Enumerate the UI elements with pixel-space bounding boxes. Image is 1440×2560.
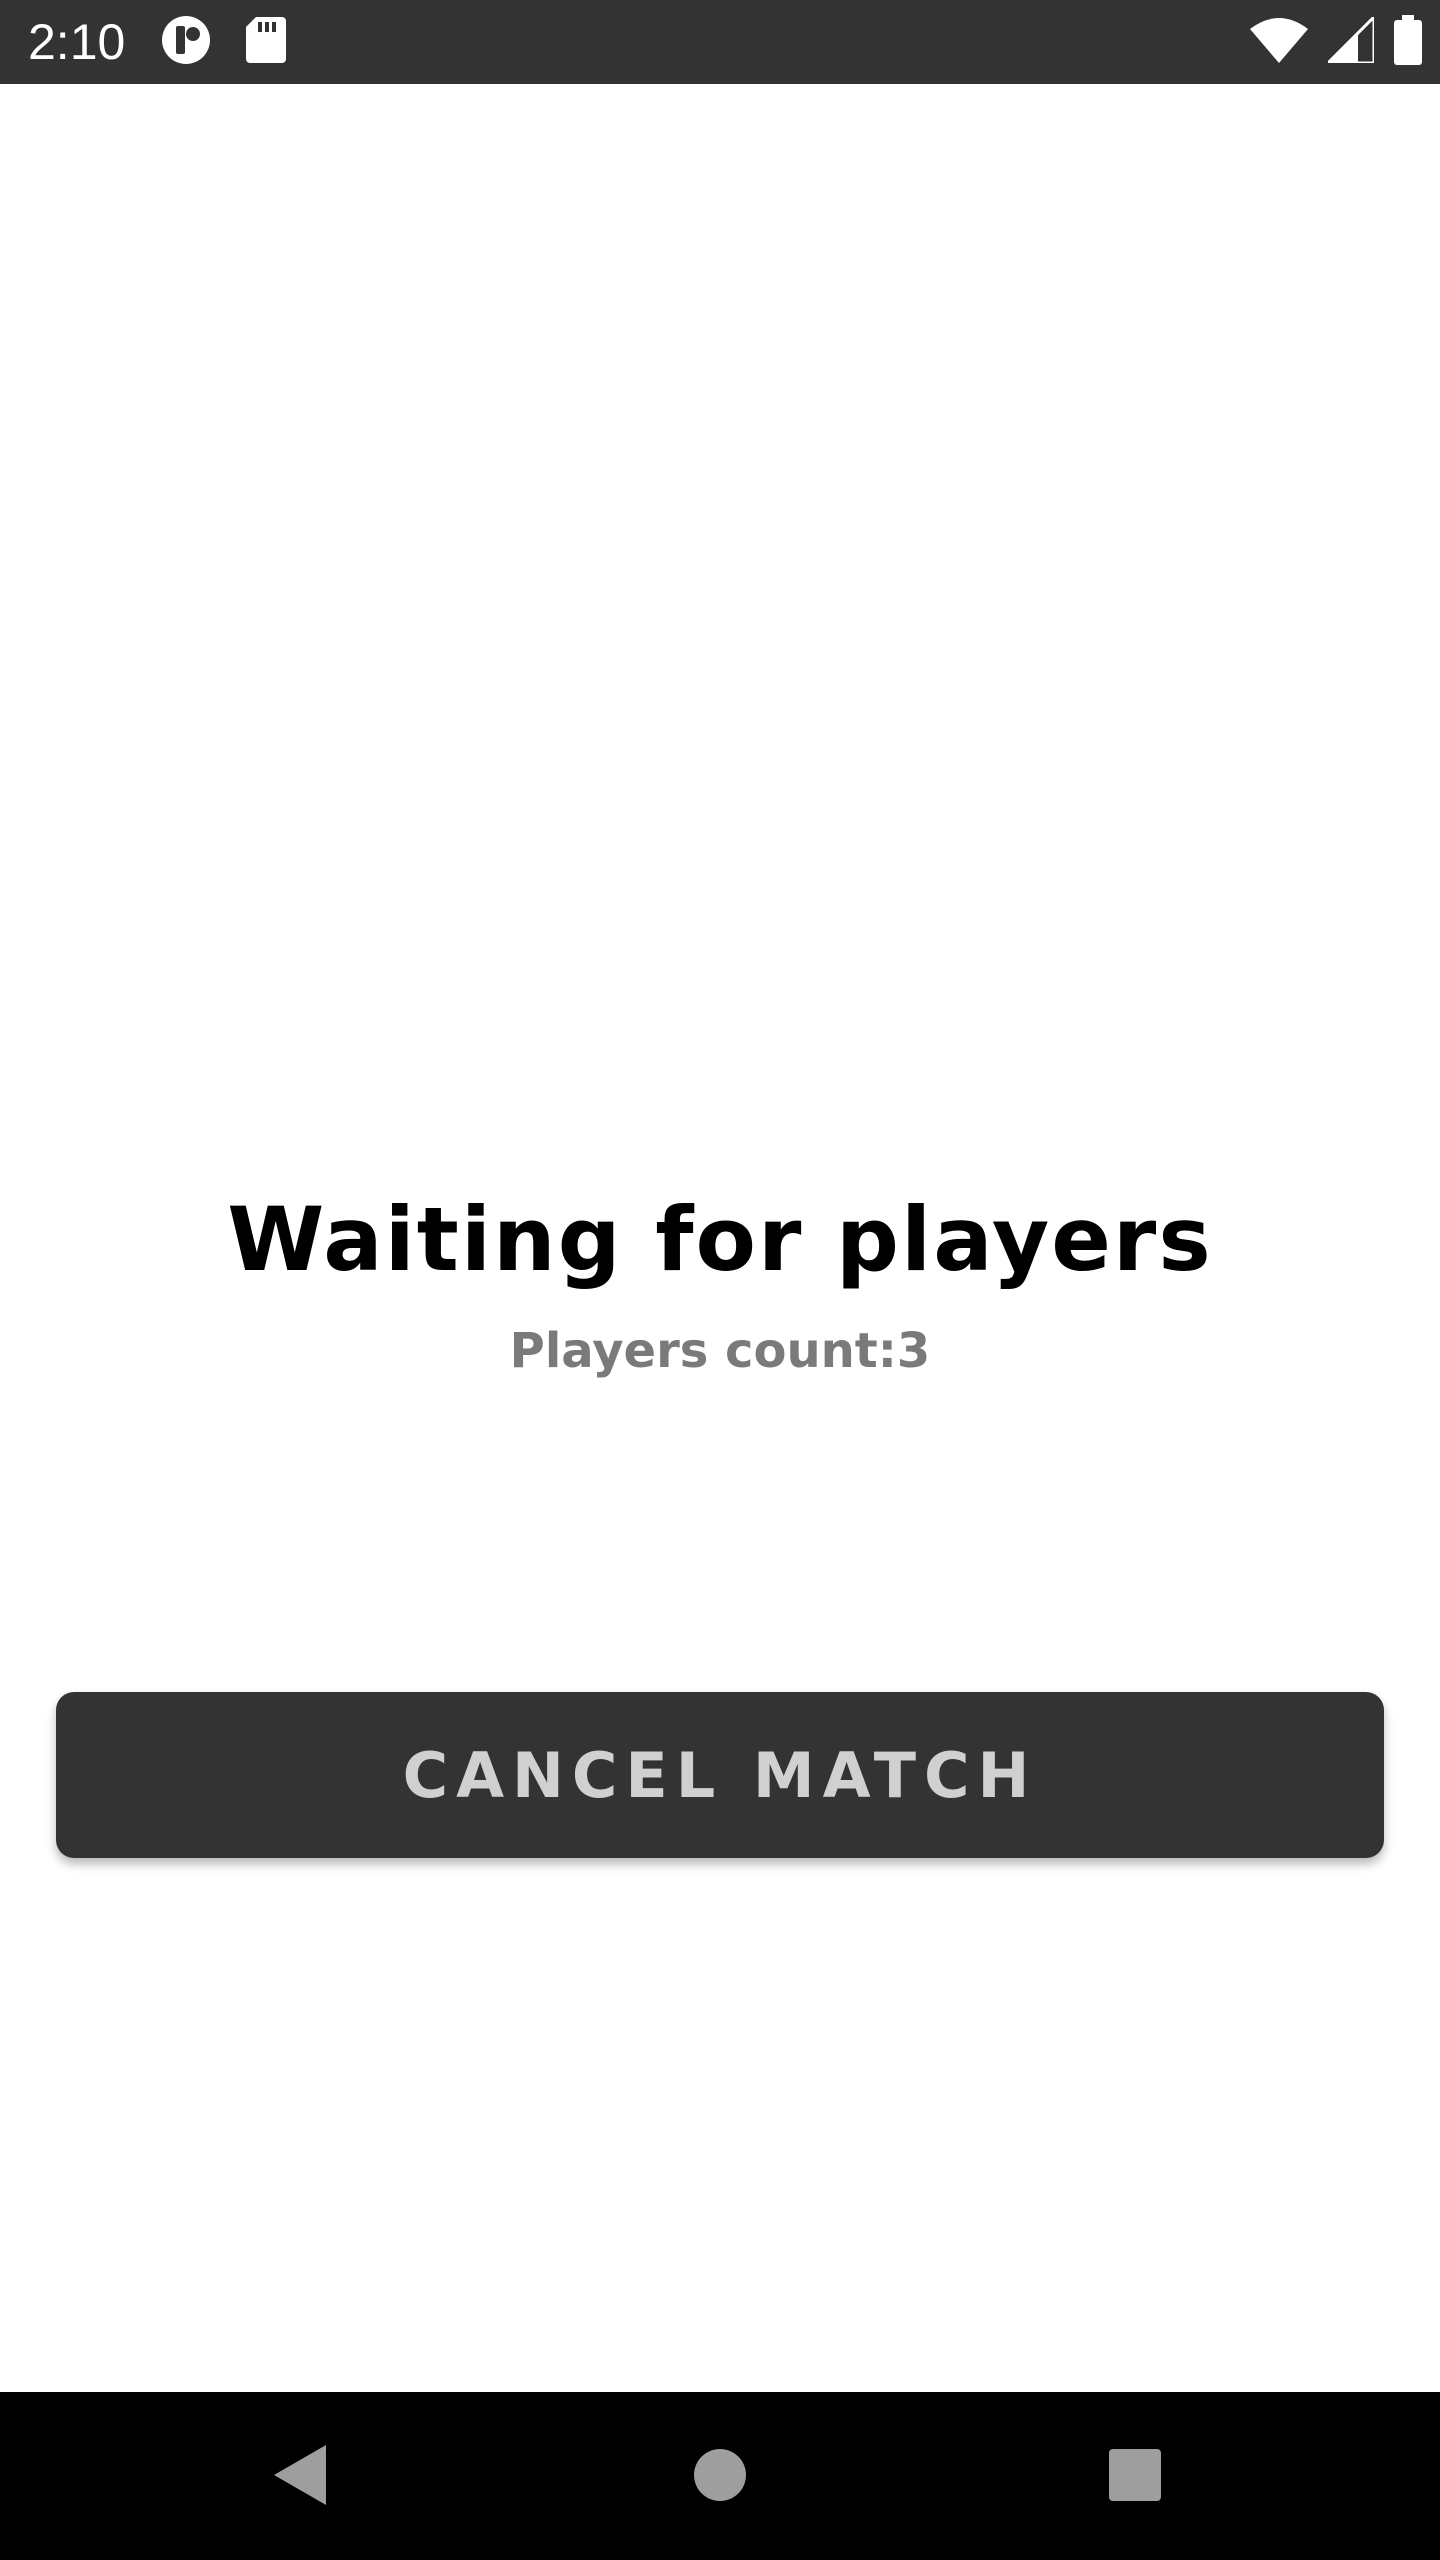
status-system-icons (1250, 13, 1422, 69)
screen: 2:10 Waiting for players Players count:3… (0, 0, 1440, 2560)
players-count-label: Players count:3 (509, 1323, 931, 1379)
status-time: 2:10 (28, 14, 126, 70)
home-icon (693, 2448, 747, 2506)
circle-app-icon (160, 14, 212, 70)
cancel-match-button-label: CANCEL MATCH (402, 1738, 1038, 1812)
recents-icon (1108, 2448, 1162, 2506)
status-bar: 2:10 (0, 0, 1440, 84)
cancel-match-button[interactable]: CANCEL MATCH (56, 1692, 1384, 1858)
sd-card-icon (246, 17, 286, 67)
back-icon (270, 2443, 330, 2511)
home-button[interactable] (675, 2432, 765, 2522)
status-notification-icons (160, 16, 286, 68)
navigation-bar (0, 2392, 1440, 2560)
battery-icon (1394, 15, 1422, 69)
recents-button[interactable] (1090, 2432, 1180, 2522)
cell-signal-icon (1324, 13, 1376, 67)
wifi-icon (1250, 17, 1308, 67)
back-button[interactable] (255, 2432, 345, 2522)
page-title: Waiting for players (227, 1188, 1213, 1291)
